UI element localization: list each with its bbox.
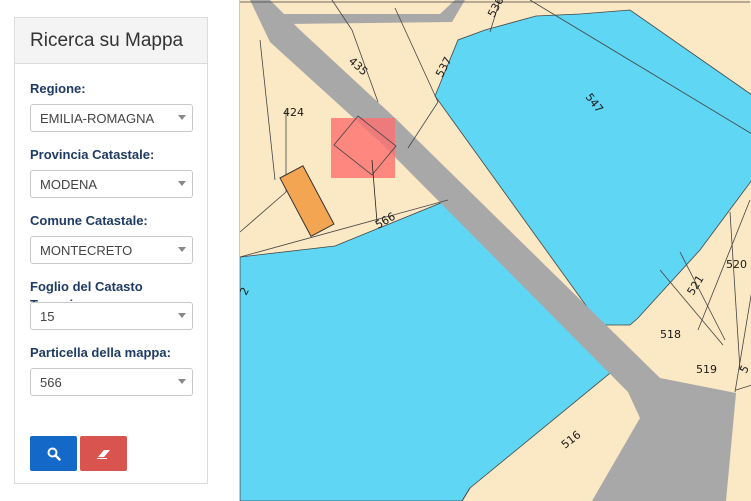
- chevron-down-icon: [178, 313, 186, 318]
- search-button[interactable]: [30, 436, 77, 471]
- field-comune: Comune Catastale: MONTECRETO: [30, 212, 193, 264]
- cadastral-map[interactable]: 536 435 537 547 424 566 520 521 518 519 …: [239, 0, 751, 501]
- parcel-label-518: 518: [660, 328, 681, 341]
- map-canvas[interactable]: 536 435 537 547 424 566 520 521 518 519 …: [240, 0, 751, 501]
- parcel-label-519: 519: [696, 363, 717, 376]
- regione-value: EMILIA-ROMAGNA: [40, 110, 155, 126]
- chevron-down-icon: [178, 115, 186, 120]
- field-foglio: Foglio del Catasto Terreni: 15: [30, 278, 193, 330]
- comune-value: MONTECRETO: [40, 242, 133, 258]
- chevron-down-icon: [178, 247, 186, 252]
- foglio-value: 15: [40, 308, 55, 324]
- provincia-select[interactable]: MODENA: [30, 170, 193, 198]
- panel-title: Ricerca su Mappa: [30, 29, 184, 51]
- chevron-down-icon: [178, 379, 186, 384]
- selected-parcel-highlight: [331, 118, 395, 178]
- parcel-label-424: 424: [283, 106, 304, 119]
- parcel-label-520: 520: [726, 258, 747, 271]
- field-provincia: Provincia Catastale: MODENA: [30, 146, 193, 198]
- eraser-icon: [96, 449, 110, 459]
- panel-body: Regione: EMILIA-ROMAGNA Provincia Catast…: [15, 80, 207, 396]
- foglio-select[interactable]: 15: [30, 302, 193, 330]
- regione-select[interactable]: EMILIA-ROMAGNA: [30, 104, 193, 132]
- particella-value: 566: [40, 374, 62, 390]
- regione-label: Regione:: [30, 81, 86, 96]
- chevron-down-icon: [178, 181, 186, 186]
- panel-header: Ricerca su Mappa: [15, 18, 207, 64]
- search-panel: Ricerca su Mappa Regione: EMILIA-ROMAGNA…: [14, 17, 208, 484]
- particella-label: Particella della mappa:: [30, 345, 171, 360]
- provincia-value: MODENA: [40, 176, 98, 192]
- provincia-label: Provincia Catastale:: [30, 147, 155, 162]
- comune-select[interactable]: MONTECRETO: [30, 236, 193, 264]
- search-icon: [47, 447, 61, 461]
- foglio-label: Foglio del Catasto Terreni:: [30, 279, 143, 312]
- action-buttons: [30, 436, 127, 471]
- comune-label: Comune Catastale:: [30, 213, 148, 228]
- field-regione: Regione: EMILIA-ROMAGNA: [30, 80, 193, 132]
- field-particella: Particella della mappa: 566: [30, 344, 193, 396]
- clear-button[interactable]: [80, 436, 127, 471]
- particella-select[interactable]: 566: [30, 368, 193, 396]
